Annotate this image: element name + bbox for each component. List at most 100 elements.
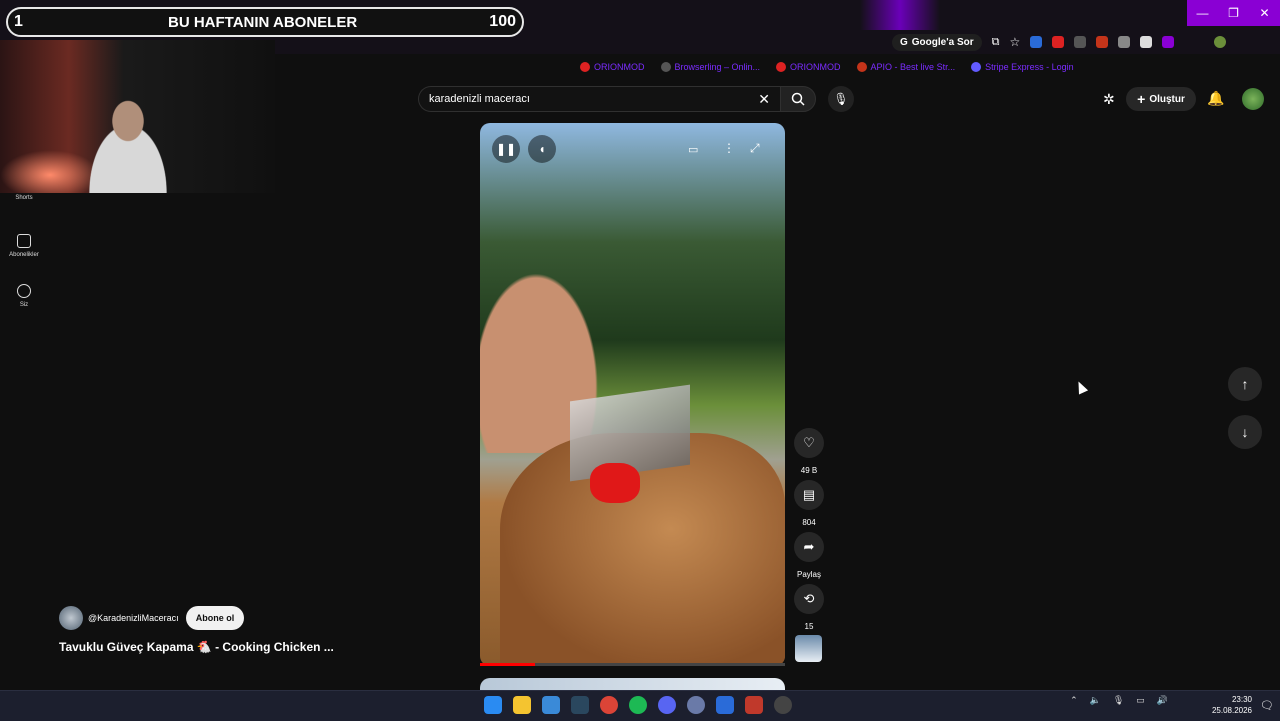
- share-button[interactable]: ➦: [794, 532, 824, 562]
- microphone-icon[interactable]: 🎙: [1113, 695, 1124, 706]
- search-input[interactable]: karadenizli maceracı ✕: [418, 86, 780, 112]
- extension-icon[interactable]: [1074, 36, 1087, 48]
- previous-short-button[interactable]: ↑: [1228, 367, 1262, 401]
- window-controls: — ❐ ✕: [1187, 0, 1280, 26]
- arrow-down-icon: ↓: [1241, 424, 1249, 440]
- shorts-video-player[interactable]: ❚❚ ◖ ▭ ⋮ ⤢: [480, 123, 785, 666]
- notification-icon[interactable]: 🗨: [1260, 699, 1274, 712]
- network-icon[interactable]: ▭: [1136, 695, 1145, 706]
- comment-count: 804: [802, 518, 816, 527]
- sidebar-item-shorts[interactable]: Shorts: [0, 195, 48, 201]
- install-icon[interactable]: ⧉: [992, 36, 1000, 49]
- channel-avatar[interactable]: [59, 606, 83, 630]
- next-short-preview[interactable]: [480, 678, 785, 690]
- share-icon: ➦: [803, 539, 815, 554]
- subscriber-overlay: 1 BU HAFTANIN ABONELER 100: [6, 7, 524, 37]
- mail-icon[interactable]: [716, 696, 734, 714]
- windows-start-icon[interactable]: [484, 696, 502, 714]
- bookmark-label: APIO - Best live Str...: [870, 62, 956, 72]
- extensions-puzzle-icon[interactable]: [1162, 36, 1175, 48]
- bookmark-item[interactable]: Stripe Express - Login: [971, 62, 1074, 72]
- more-options-icon[interactable]: ⋮: [723, 141, 735, 155]
- discord-icon[interactable]: [658, 696, 676, 714]
- share-label: Paylaş: [796, 570, 821, 579]
- like-button[interactable]: ♡: [794, 428, 824, 458]
- chevron-up-icon[interactable]: ⌃: [1070, 695, 1078, 706]
- remix-count: 15: [804, 622, 814, 631]
- file-explorer-icon[interactable]: [513, 696, 531, 714]
- video-title[interactable]: Tavuklu Güveç Kapama 🐔 - Cooking Chicken…: [59, 640, 334, 654]
- bookmark-label: ORIONMOD: [790, 62, 841, 72]
- chrome-icon[interactable]: [600, 696, 618, 714]
- profile-avatar-icon[interactable]: [1214, 36, 1227, 48]
- spotify-icon[interactable]: [629, 696, 647, 714]
- bookmark-item[interactable]: Browserling – Onlin...: [660, 62, 761, 72]
- app-icon[interactable]: [745, 696, 763, 714]
- pause-button[interactable]: ❚❚: [492, 135, 520, 163]
- sidebar-item-label: Abonelikler: [9, 252, 39, 258]
- extension-icon[interactable]: [1096, 36, 1109, 48]
- google-ask-button[interactable]: G Google'a Sor: [892, 33, 982, 51]
- like-count: 49 B: [800, 466, 818, 475]
- channel-handle[interactable]: @KaradenizliMaceracı: [88, 613, 179, 623]
- comment-icon: ▤: [802, 487, 816, 502]
- bell-icon[interactable]: 🔔: [1207, 90, 1224, 107]
- app-icon[interactable]: [687, 696, 705, 714]
- overlay-title: BU HAFTANIN ABONELER: [168, 13, 358, 31]
- clear-search-icon[interactable]: ✕: [758, 91, 770, 108]
- next-short-button[interactable]: ↓: [1228, 415, 1262, 449]
- captions-icon[interactable]: ▭: [688, 143, 698, 156]
- bookmark-item[interactable]: APIO - Best live Str...: [856, 62, 956, 72]
- star-icon[interactable]: ☆: [1009, 35, 1020, 49]
- extension-icon[interactable]: [1140, 36, 1153, 48]
- like-action: ♡ 49 B: [794, 428, 824, 475]
- remix-button[interactable]: ⟲: [794, 584, 824, 614]
- comment-button[interactable]: ▤: [794, 480, 824, 510]
- close-window-button[interactable]: ✕: [1249, 0, 1280, 26]
- sidebar-item-label: Shorts: [15, 195, 33, 201]
- volume-button[interactable]: ◖: [528, 135, 556, 163]
- windows-taskbar: ⌃ 🔈 🎙 ▭ 🔊 23:30 25.08.2026 🗨: [0, 690, 1280, 721]
- app-icon[interactable]: [774, 696, 792, 714]
- volume-icon: ◖: [538, 142, 546, 156]
- fullscreen-icon[interactable]: ⤢: [750, 141, 760, 156]
- comment-action: ▤ 804: [794, 480, 824, 527]
- speaker-icon[interactable]: 🔈: [1090, 695, 1101, 706]
- volume-icon[interactable]: 🔊: [1157, 695, 1168, 706]
- search-icon: [791, 92, 805, 106]
- minimize-button[interactable]: —: [1187, 0, 1218, 26]
- bookmark-item[interactable]: ORIONMOD: [776, 62, 841, 72]
- sidebar-item-label: Siz: [19, 302, 29, 308]
- bookmark-label: Stripe Express - Login: [985, 62, 1074, 72]
- subscribe-button[interactable]: Abone ol: [186, 606, 244, 630]
- avatar[interactable]: [1242, 88, 1264, 110]
- video-progress-bar[interactable]: [480, 663, 785, 666]
- maximize-button[interactable]: ❐: [1218, 0, 1249, 26]
- search-button[interactable]: [780, 86, 816, 112]
- steam-icon[interactable]: [571, 696, 589, 714]
- sound-thumbnail[interactable]: [795, 635, 822, 662]
- bookmark-label: Browserling – Onlin...: [674, 62, 761, 72]
- bookmark-label: ORIONMOD: [594, 62, 645, 72]
- studio-icon[interactable]: ✲: [1103, 91, 1115, 108]
- voice-search-button[interactable]: 🎙: [828, 86, 854, 112]
- extension-icon[interactable]: [1030, 36, 1043, 48]
- heart-icon: ♡: [803, 435, 815, 450]
- share-action: ➦ Paylaş: [794, 532, 824, 579]
- extension-icon[interactable]: [1118, 36, 1131, 48]
- pause-icon: ❚❚: [495, 142, 517, 156]
- microphone-icon: 🎙: [833, 92, 849, 106]
- progress-fill: [480, 663, 535, 666]
- overlay-count: 100: [489, 13, 516, 30]
- arrow-up-icon: ↑: [1241, 376, 1249, 392]
- photos-icon[interactable]: [542, 696, 560, 714]
- sidebar-item-subscriptions[interactable]: Abonelikler: [0, 234, 48, 258]
- user-icon: [17, 284, 31, 298]
- extension-icon[interactable]: [1052, 36, 1065, 48]
- system-clock[interactable]: 23:30 25.08.2026: [1212, 694, 1252, 716]
- bookmark-item[interactable]: ORIONMOD: [580, 62, 645, 72]
- sidebar-item-you[interactable]: Siz: [0, 284, 48, 308]
- create-label: Oluştur: [1149, 93, 1185, 105]
- bookmark-icon: [971, 62, 982, 72]
- create-button[interactable]: + Oluştur: [1126, 87, 1196, 111]
